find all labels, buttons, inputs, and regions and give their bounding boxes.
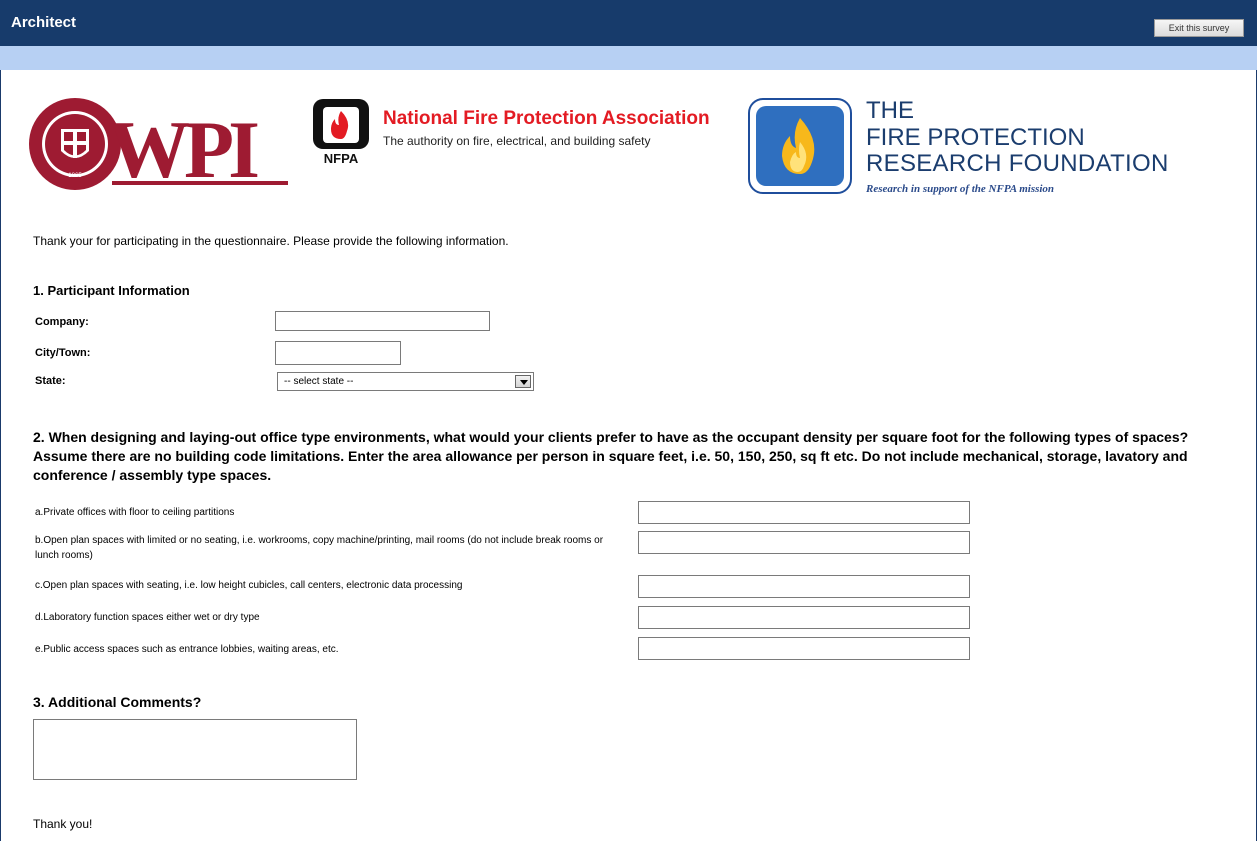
nfpa-title: National Fire Protection Association [383,108,710,129]
q2-item-d-label: d.Laboratory function spaces either wet … [35,612,260,623]
company-label: Company: [35,316,89,328]
state-select[interactable]: -- select state -- [277,372,534,391]
wpi-year: 1865 [68,173,82,179]
frpf-flame-logo [748,98,852,194]
survey-title: Architect [11,14,77,31]
wpi-logo: 1865 WPI [29,98,288,191]
frpf-title-line3: RESEARCH FOUNDATION [866,150,1169,177]
intro-text: Thank your for participating in the ques… [33,234,509,248]
state-label: State: [35,375,66,387]
q2-item-c-input[interactable] [638,575,970,598]
company-input[interactable] [275,311,490,331]
q2-item-c-label: c.Open plan spaces with seating, i.e. lo… [35,580,463,591]
frpf-tagline: Research in support of the NFPA mission [866,183,1055,195]
exit-survey-button[interactable]: Exit this survey [1154,19,1244,37]
frpf-title-line2: FIRE PROTECTION [866,124,1085,151]
header-subbar [0,46,1257,70]
nfpa-subtitle: The authority on fire, electrical, and b… [383,134,651,148]
city-label: City/Town: [35,347,91,359]
q2-item-b-label: b.Open plan spaces with limited or no se… [35,535,604,561]
q2-item-a-input[interactable] [638,501,970,524]
question-2-text: 2. When designing and laying-out office … [33,429,1189,483]
question-1-title: 1. Participant Information [33,283,190,298]
q2-item-b-input[interactable] [638,531,970,554]
city-input[interactable] [275,341,401,365]
survey-header: Architect Exit this survey [0,0,1257,46]
comments-textarea[interactable] [33,719,357,780]
q2-item-e-input[interactable] [638,637,970,660]
state-select-value: -- select state -- [284,376,354,387]
frpf-title-line1: THE [866,97,914,124]
wpi-wordmark: WPI [108,104,260,191]
question-3-title: 3. Additional Comments? [33,694,202,710]
chevron-down-icon[interactable] [515,375,531,388]
q2-item-e-label: e.Public access spaces such as entrance … [35,644,339,655]
nfpa-mark: NFPA [324,151,359,166]
thank-you-text: Thank you! [33,817,93,831]
nfpa-logo: NFPA [313,99,369,166]
q2-item-d-input[interactable] [638,606,970,629]
q2-item-a-label: a.Private offices with floor to ceiling … [35,507,235,518]
